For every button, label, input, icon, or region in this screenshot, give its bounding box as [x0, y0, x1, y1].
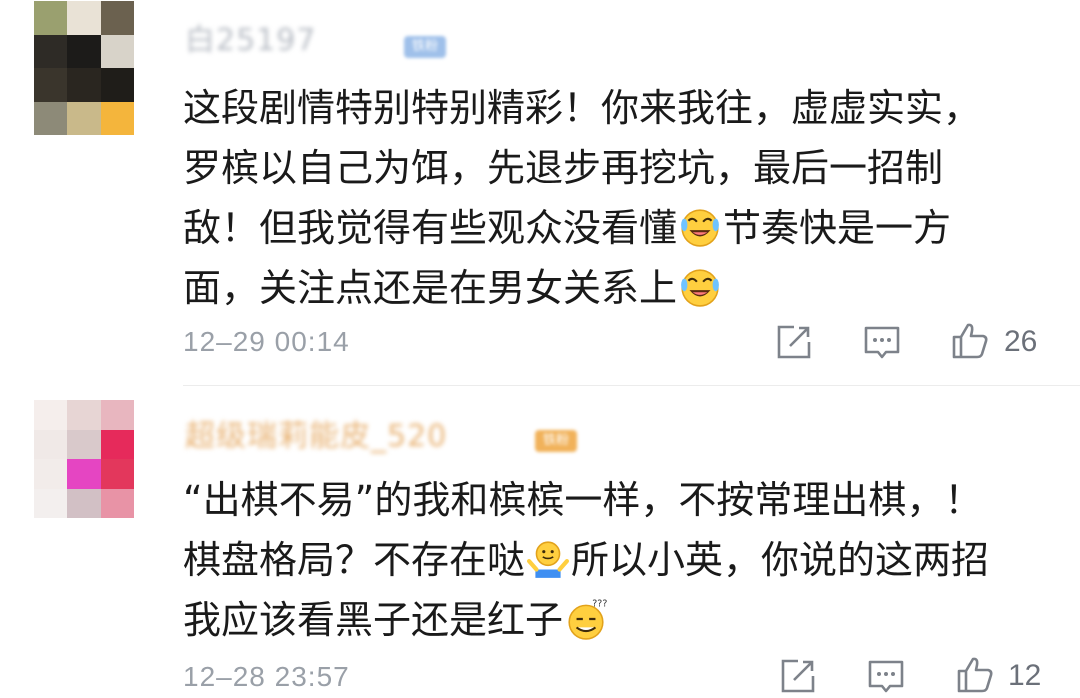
like-count: 26	[1004, 325, 1038, 358]
avatar[interactable]	[34, 400, 134, 518]
avatar-pixel	[67, 429, 101, 459]
avatar-pixel	[100, 400, 134, 430]
avatar-pixel	[34, 34, 68, 68]
avatar-pixel	[100, 1, 134, 35]
svg-text:???: ???	[592, 598, 607, 609]
comment-text: 这段剧情特别特别精彩！你来我往，虚虚实实， 罗槟以自己为饵，先退步再挖坑，最后一…	[183, 78, 1043, 318]
share-icon[interactable]	[778, 656, 818, 696]
avatar-pixel	[34, 459, 68, 489]
avatar-pixel	[34, 68, 68, 102]
avatar-pixel	[34, 429, 68, 459]
comment-text-line: 棋盘格局？不存在哒	[183, 538, 526, 582]
comment-text: “出棋不易”的我和槟槟一样，不按常理出棋，！ 棋盘格局？不存在哒 所以小英，你说的…	[183, 470, 1043, 650]
avatar-pixel	[100, 101, 134, 135]
laughing-crying-emoji	[681, 209, 719, 247]
comment-text-line: 敌！但我觉得有些观众没看懂	[183, 206, 678, 250]
avatar-pixel	[100, 429, 134, 459]
comment-text-line: 节奏快是一方	[723, 206, 952, 250]
thumbs-up-icon[interactable]	[955, 654, 995, 694]
comment-text-line: “出棋不易”的我和槟槟一样，不按常理出棋，！	[183, 478, 983, 522]
avatar-pixel	[67, 400, 101, 430]
avatar-pixel	[100, 68, 134, 102]
avatar-pixel	[67, 459, 101, 489]
thumbs-up-icon[interactable]	[950, 320, 990, 360]
avatar-pixel	[67, 68, 101, 102]
avatar-pixel	[67, 101, 101, 135]
comment-timestamp: 12–28 23:57	[183, 661, 350, 692]
comment-text-line: 我应该看黑子还是红子	[183, 598, 564, 642]
comment-icon[interactable]	[862, 322, 902, 362]
comment-text-line: 罗槟以自己为饵，先退步再挖坑，最后一招制	[183, 146, 944, 190]
avatar-pixel	[67, 488, 101, 518]
fan-badge: 铁粉	[404, 36, 447, 58]
confused-smile-emoji: ???	[568, 598, 607, 640]
avatar-pixel	[34, 101, 68, 135]
comment-text-line: 面，关注点还是在男女关系上	[183, 266, 678, 310]
comment-text-line: 所以小英，你说的这两招	[571, 538, 990, 582]
comment-icon[interactable]	[866, 656, 906, 696]
comment-item: 白25197 铁粉 这段剧情特别特别精彩！你来我往，虚虚实实， 罗槟以自己为饵，…	[0, 0, 1080, 385]
username[interactable]: 超级瑞莉能皮_520	[185, 422, 447, 452]
comment-timestamp: 12–29 00:14	[183, 326, 350, 357]
laughing-crying-emoji	[681, 269, 719, 307]
comment-text-line: 这段剧情特别特别精彩！你来我往，虚虚实实，	[183, 86, 982, 130]
avatar-pixel	[67, 34, 101, 68]
avatar-pixel	[100, 34, 134, 68]
like-count: 12	[1008, 659, 1042, 692]
avatar-pixel	[67, 1, 101, 35]
avatar[interactable]	[34, 1, 134, 135]
avatar-pixel	[100, 488, 134, 518]
avatar-pixel	[100, 459, 134, 489]
avatar-pixel	[34, 400, 68, 430]
share-icon[interactable]	[774, 322, 814, 362]
avatar-pixel	[34, 488, 68, 518]
shrug-emoji	[527, 541, 570, 578]
username[interactable]: 白25197	[185, 26, 316, 56]
fan-badge: 铁粉	[535, 430, 578, 452]
avatar-pixel	[34, 1, 68, 35]
comment-item: 超级瑞莉能皮_520 铁粉 “出棋不易”的我和槟槟一样，不按常理出棋，！ 棋盘格…	[0, 386, 1080, 698]
